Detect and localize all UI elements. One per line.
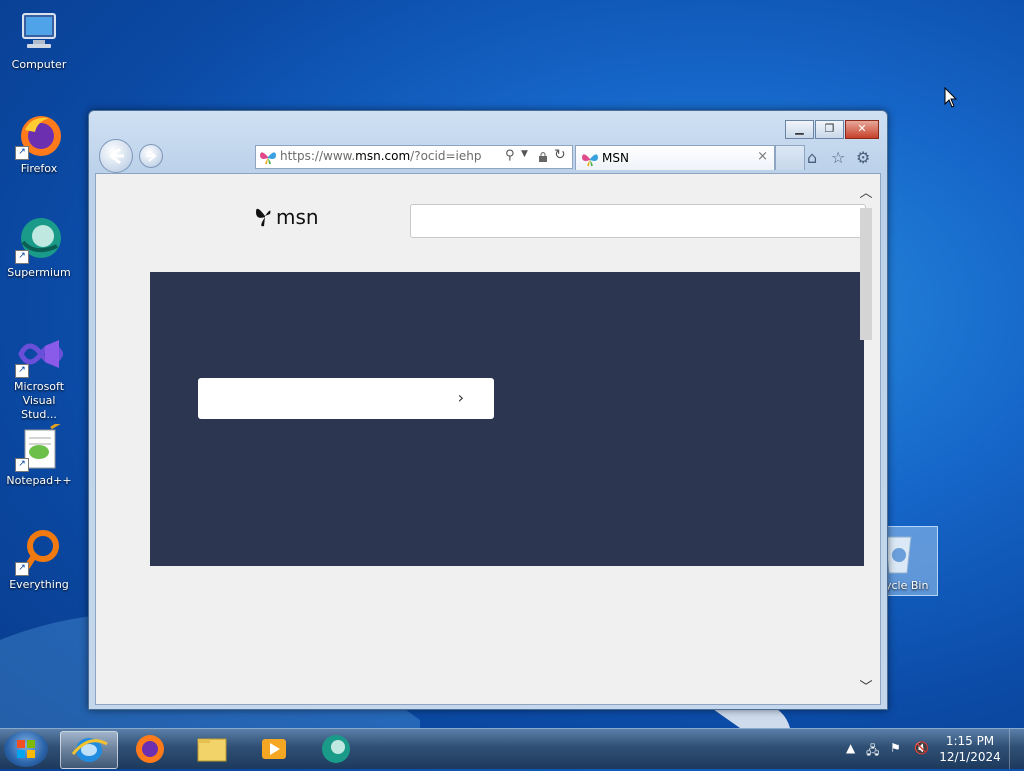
msn-logo-butterfly-icon	[256, 208, 271, 227]
vertical-scrollbar[interactable]: ︿ ﹀	[858, 182, 874, 695]
visual-studio-icon: ↗	[15, 330, 64, 378]
minimize-button[interactable]: ▁	[785, 120, 814, 139]
tab-msn[interactable]: MSN ×	[575, 145, 775, 170]
supermium-icon: ↗	[15, 216, 63, 264]
desktop-icon-label: Everything	[9, 578, 69, 591]
shortcut-arrow-icon: ↗	[15, 250, 29, 264]
favorites-star-icon[interactable]: ☆	[831, 148, 845, 167]
action-center-flag-icon[interactable]: ⚑	[890, 741, 901, 755]
close-window-button[interactable]: ✕	[845, 120, 879, 139]
taskbar-item-firefox[interactable]	[122, 731, 178, 767]
desktop-icon-firefox[interactable]: ↗ Firefox	[4, 112, 74, 176]
shortcut-arrow-icon: ↗	[15, 364, 29, 378]
dropdown-icon[interactable]: ▼	[521, 149, 528, 159]
address-bar[interactable]: https://www.msn.com/?ocid=iehp ⚲ ▼ ↻	[255, 145, 573, 169]
tab-title: MSN	[602, 151, 629, 165]
restore-button[interactable]: ❐	[815, 120, 844, 139]
desktop-icon-visual-studio[interactable]: ↗ Microsoft Visual Stud...	[4, 330, 74, 422]
address-url: https://www.msn.com/?ocid=iehp	[280, 149, 482, 163]
start-button[interactable]	[4, 731, 48, 767]
hero-banner: ›	[150, 272, 864, 566]
back-button[interactable]	[99, 139, 133, 173]
page-content: msn › ︿ ﹀	[95, 173, 881, 705]
shortcut-arrow-icon: ↗	[15, 562, 29, 576]
desktop-icon-computer[interactable]: Computer	[4, 8, 74, 72]
home-icon[interactable]: ⌂	[807, 148, 817, 167]
computer-icon	[15, 8, 63, 56]
internet-explorer-icon	[71, 738, 108, 762]
search-input[interactable]	[410, 204, 866, 238]
search-icon[interactable]: ⚲	[505, 148, 515, 163]
media-player-icon	[262, 739, 286, 759]
window-controls: ▁ ❐ ✕	[784, 120, 879, 139]
notepadpp-icon: ↗	[15, 420, 63, 472]
forward-arrow-icon	[146, 150, 157, 162]
taskbar-item-file-explorer[interactable]	[184, 731, 240, 767]
show-desktop-button[interactable]	[1009, 729, 1024, 769]
scroll-up-icon[interactable]: ︿	[858, 182, 874, 201]
msn-logo-text: msn	[276, 205, 319, 229]
clock-date: 12/1/2024	[939, 750, 1001, 764]
shortcut-arrow-icon: ↗	[15, 146, 29, 160]
desktop-icon-label: Microsoft Visual Stud...	[13, 380, 65, 421]
chevron-right-icon[interactable]: ›	[458, 388, 464, 407]
hero-input-field[interactable]: ›	[198, 378, 494, 419]
lock-icon[interactable]	[538, 151, 548, 163]
supermium-icon	[322, 735, 350, 763]
msn-butterfly-icon	[260, 152, 276, 165]
desktop-icon-supermium[interactable]: ↗ Supermium	[4, 216, 74, 280]
show-hidden-icons-icon[interactable]: ▲	[846, 741, 855, 755]
firefox-icon: ↗	[15, 112, 63, 160]
tab-close-icon[interactable]: ×	[757, 149, 768, 164]
taskbar-item-internet-explorer[interactable]	[60, 731, 118, 769]
volume-muted-icon[interactable]: 🔇	[914, 741, 929, 755]
scrollbar-thumb[interactable]	[860, 208, 872, 340]
desktop-icon-label: Notepad++	[6, 474, 72, 487]
msn-butterfly-icon	[582, 154, 598, 167]
new-tab-button[interactable]	[775, 145, 805, 170]
taskbar-item-supermium[interactable]	[308, 731, 364, 767]
close-icon: ✕	[857, 122, 867, 135]
shortcut-arrow-icon: ↗	[15, 458, 29, 472]
network-icon[interactable]: 🖧	[866, 741, 879, 762]
desktop-icon-label: ycle Bin	[885, 579, 929, 592]
refresh-icon[interactable]: ↻	[554, 147, 566, 163]
scroll-down-icon[interactable]: ﹀	[858, 676, 874, 695]
desktop-icon-notepadpp[interactable]: ↗ Notepad++	[4, 420, 74, 488]
everything-icon: ↗	[15, 528, 63, 576]
back-arrow-icon	[108, 147, 124, 165]
restore-icon: ❐	[824, 122, 835, 135]
folder-icon	[197, 738, 227, 762]
taskbar-item-media-player[interactable]	[246, 731, 302, 767]
firefox-icon	[136, 735, 164, 763]
clock-time: 1:15 PM	[945, 734, 995, 748]
gear-icon[interactable]: ⚙	[856, 148, 870, 167]
minimize-icon: ▁	[795, 122, 804, 135]
windows-logo-icon	[17, 740, 35, 758]
forward-button[interactable]	[139, 144, 163, 168]
browser-window: ▁ ❐ ✕ https://www.msn.com/?ocid=iehp ⚲ ▼…	[88, 110, 888, 710]
clock[interactable]: 1:15 PM 12/1/2024	[938, 733, 1002, 765]
desktop-icon-label: Firefox	[20, 162, 58, 175]
desktop-icon-recycle-bin[interactable]: ycle Bin	[882, 526, 938, 596]
desktop-icon-label: Supermium	[7, 266, 71, 279]
desktop-icon-everything[interactable]: ↗ Everything	[4, 528, 74, 592]
msn-logo[interactable]: msn	[254, 204, 319, 230]
desktop-icon-label: Computer	[11, 58, 67, 71]
taskbar: ▲ 🖧 ⚑ 🔇 1:15 PM 12/1/2024	[0, 728, 1024, 769]
mouse-cursor-icon	[944, 87, 958, 108]
